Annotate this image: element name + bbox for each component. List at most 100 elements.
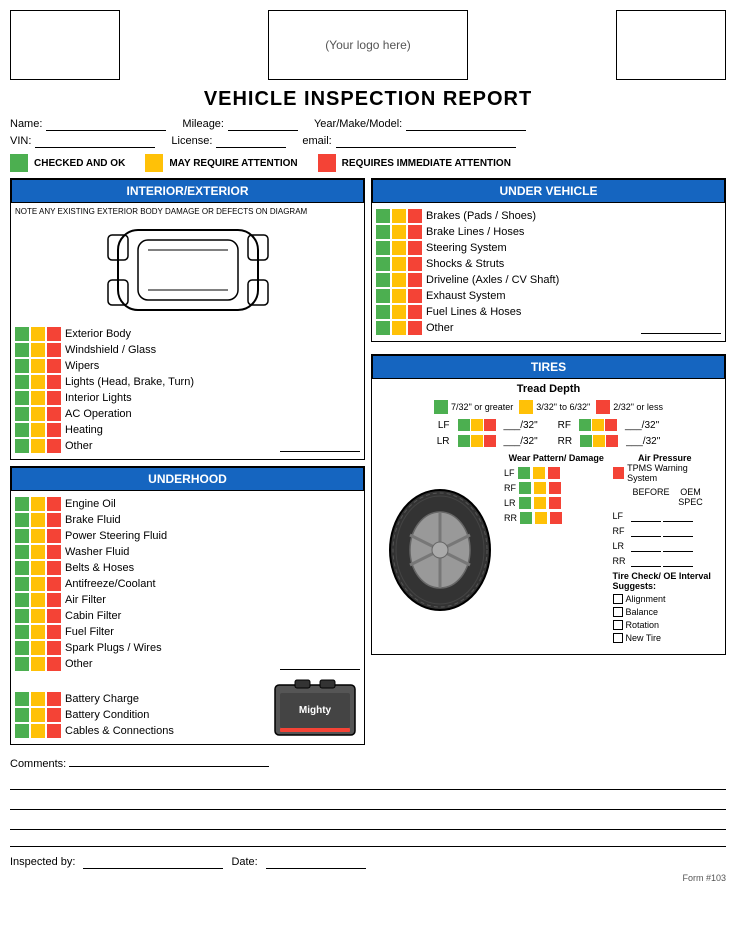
uv-sq-r-7[interactable] [408,321,422,335]
air-lf-before[interactable] [631,510,661,522]
uh-sq-r-10[interactable] [47,657,61,671]
uh-sq-y-6[interactable] [31,593,45,607]
batt-sq-r-1[interactable] [47,708,61,722]
uv-sq-r-1[interactable] [408,225,422,239]
uh-sq-y-1[interactable] [31,513,45,527]
uv-sq-r-0[interactable] [408,209,422,223]
tire-check-cb-0[interactable] [613,594,623,604]
uh-sq-y-10[interactable] [31,657,45,671]
uh-sq-r-0[interactable] [47,497,61,511]
uv-sq-y-0[interactable] [392,209,406,223]
uh-other-input[interactable] [280,658,360,670]
uh-sq-y-0[interactable] [31,497,45,511]
inspected-by-input[interactable] [83,855,223,869]
uh-sq-g-8[interactable] [15,625,29,639]
uh-sq-y-3[interactable] [31,545,45,559]
comment-line-3[interactable] [10,814,726,830]
int-ext-sq-r-7[interactable] [47,439,61,453]
uh-sq-r-2[interactable] [47,529,61,543]
uv-sq-r-5[interactable] [408,289,422,303]
uv-sq-r-2[interactable] [408,241,422,255]
uh-sq-r-6[interactable] [47,593,61,607]
batt-sq-g-2[interactable] [15,724,29,738]
uh-sq-r-9[interactable] [47,641,61,655]
uh-sq-g-1[interactable] [15,513,29,527]
int-ext-sq-y-5[interactable] [31,407,45,421]
uv-sq-g-0[interactable] [376,209,390,223]
int-ext-sq-y-2[interactable] [31,359,45,373]
tire-check-cb-1[interactable] [613,607,623,617]
int-ext-sq-g-0[interactable] [15,327,29,341]
uv-sq-y-7[interactable] [392,321,406,335]
uv-sq-g-2[interactable] [376,241,390,255]
int-ext-sq-g-1[interactable] [15,343,29,357]
int-ext-sq-g-2[interactable] [15,359,29,373]
uv-sq-r-3[interactable] [408,257,422,271]
air-rr-before[interactable] [631,555,661,567]
email-input[interactable] [336,134,516,148]
uv-sq-y-5[interactable] [392,289,406,303]
uh-sq-r-1[interactable] [47,513,61,527]
int-ext-sq-y-6[interactable] [31,423,45,437]
name-input[interactable] [46,117,166,131]
int-ext-sq-y-1[interactable] [31,343,45,357]
air-rf-before[interactable] [631,525,661,537]
air-lf-oem[interactable] [663,510,693,522]
int-ext-sq-y-0[interactable] [31,327,45,341]
uh-sq-y-5[interactable] [31,577,45,591]
int-ext-sq-g-4[interactable] [15,391,29,405]
uh-sq-r-5[interactable] [47,577,61,591]
air-lr-before[interactable] [631,540,661,552]
uh-sq-g-3[interactable] [15,545,29,559]
int-ext-sq-g-7[interactable] [15,439,29,453]
uv-sq-g-4[interactable] [376,273,390,287]
uh-sq-r-4[interactable] [47,561,61,575]
int-ext-sq-r-5[interactable] [47,407,61,421]
uh-sq-y-7[interactable] [31,609,45,623]
uv-other-input[interactable] [641,322,721,334]
int-ext-sq-y-7[interactable] [31,439,45,453]
batt-sq-y-2[interactable] [31,724,45,738]
uv-sq-y-1[interactable] [392,225,406,239]
ymm-input[interactable] [406,117,526,131]
uh-sq-g-2[interactable] [15,529,29,543]
comment-line-2[interactable] [10,794,726,810]
mileage-input[interactable] [228,117,298,131]
comment-line-1[interactable] [10,774,726,790]
int-ext-sq-r-4[interactable] [47,391,61,405]
comments-first-line[interactable] [69,753,269,767]
air-rf-oem[interactable] [663,525,693,537]
uv-sq-y-6[interactable] [392,305,406,319]
uv-sq-g-5[interactable] [376,289,390,303]
uv-sq-y-4[interactable] [392,273,406,287]
air-lr-oem[interactable] [663,540,693,552]
uh-sq-r-3[interactable] [47,545,61,559]
vin-input[interactable] [35,134,155,148]
batt-sq-r-0[interactable] [47,692,61,706]
int-ext-other-input[interactable] [280,440,360,452]
int-ext-sq-r-3[interactable] [47,375,61,389]
uv-sq-r-6[interactable] [408,305,422,319]
uv-sq-g-3[interactable] [376,257,390,271]
uh-sq-g-6[interactable] [15,593,29,607]
int-ext-sq-g-3[interactable] [15,375,29,389]
date-input[interactable] [266,855,366,869]
int-ext-sq-r-0[interactable] [47,327,61,341]
int-ext-sq-r-6[interactable] [47,423,61,437]
uv-sq-g-6[interactable] [376,305,390,319]
uh-sq-g-7[interactable] [15,609,29,623]
uv-sq-y-3[interactable] [392,257,406,271]
uh-sq-r-8[interactable] [47,625,61,639]
tire-check-cb-3[interactable] [613,633,623,643]
air-rr-oem[interactable] [663,555,693,567]
uh-sq-g-9[interactable] [15,641,29,655]
uh-sq-g-5[interactable] [15,577,29,591]
batt-sq-y-1[interactable] [31,708,45,722]
int-ext-sq-y-4[interactable] [31,391,45,405]
license-input[interactable] [216,134,286,148]
uv-sq-g-1[interactable] [376,225,390,239]
uv-sq-g-7[interactable] [376,321,390,335]
int-ext-sq-g-6[interactable] [15,423,29,437]
uh-sq-r-7[interactable] [47,609,61,623]
uh-sq-g-0[interactable] [15,497,29,511]
